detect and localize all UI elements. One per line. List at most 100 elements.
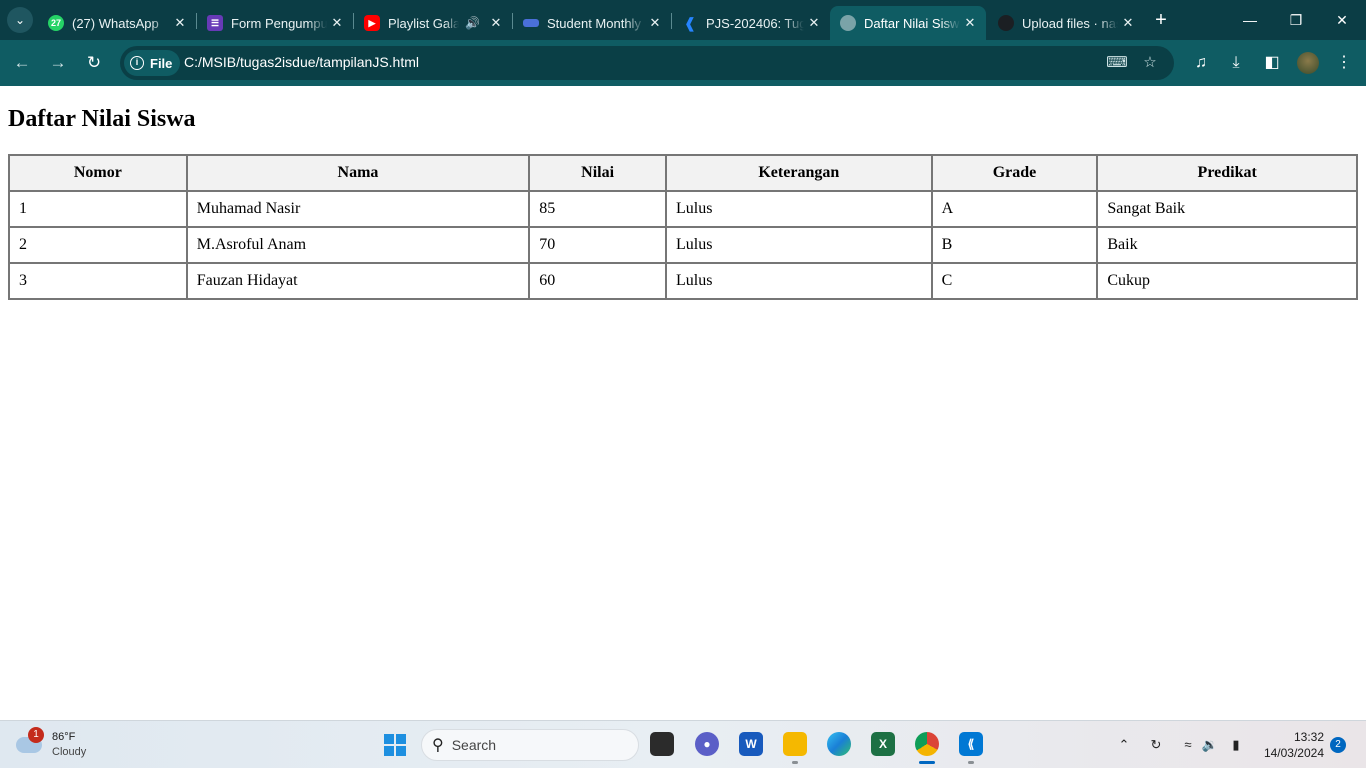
cell-grade: A <box>930 190 1099 228</box>
clock-time: 13:32 <box>1293 730 1324 744</box>
tab-title: Daftar Nilai Siswa <box>864 15 960 31</box>
vscode-icon[interactable]: ⟪ <box>959 732 983 756</box>
wifi-icon[interactable]: ≈ <box>1178 735 1198 755</box>
table-row: 1 Muhamad Nasir 85 Lulus A Sangat Baik <box>8 190 1358 228</box>
cell-keterangan: Lulus <box>664 190 933 228</box>
arrow-left-icon: ← <box>13 53 31 72</box>
edge-icon[interactable] <box>827 732 851 756</box>
tab-search-button[interactable]: ⌄ <box>7 7 33 33</box>
search-icon: ⚲ <box>432 737 444 754</box>
tab-upload-files[interactable]: Upload files · nas ✕ <box>988 6 1144 40</box>
arrow-right-icon: → <box>49 53 67 72</box>
cell-nama: Muhamad Nasir <box>185 190 531 228</box>
close-icon[interactable]: ✕ <box>170 15 190 31</box>
word-icon[interactable]: W <box>739 732 763 756</box>
info-icon: i <box>130 56 144 70</box>
reload-icon: ↻ <box>86 53 102 72</box>
browser-toolbar: ← → ↻ i File C:/MSIB/tugas2isdue/tampila… <box>0 40 1366 86</box>
close-icon[interactable]: ✕ <box>960 15 980 31</box>
notification-badge[interactable]: 2 <box>1330 737 1346 753</box>
sync-icon[interactable]: ↻ <box>1146 735 1166 755</box>
close-icon[interactable]: ✕ <box>804 15 824 31</box>
cloud-icon: 1 <box>16 727 44 753</box>
close-icon[interactable]: ✕ <box>486 15 506 31</box>
start-button[interactable] <box>384 734 406 756</box>
google-forms-icon: ☰ <box>207 15 223 31</box>
tab-form[interactable]: ☰ Form Pengumpulan ✕ <box>197 6 353 40</box>
translate-icon[interactable]: ⌨ <box>1106 52 1128 74</box>
windows-logo-icon <box>384 734 394 744</box>
whatsapp-icon: 27 <box>48 15 64 31</box>
tab-title: Student Monthly <box>547 15 641 31</box>
forward-button[interactable]: → <box>46 51 70 75</box>
jira-icon: ❰ <box>684 14 696 31</box>
chrome-icon[interactable] <box>915 732 939 756</box>
cell-nilai: 85 <box>528 190 667 228</box>
tab-title: Upload files · nas <box>1022 15 1118 31</box>
battery-icon[interactable]: ▮ <box>1226 735 1246 755</box>
media-control-icon[interactable]: ♫ <box>1189 51 1213 75</box>
tab-jira[interactable]: ❰ PJS-202406: Tugas ✕ <box>672 6 830 40</box>
new-tab-button[interactable]: + <box>1150 9 1172 31</box>
bookmark-star-icon[interactable]: ☆ <box>1139 52 1161 74</box>
header-keterangan: Keterangan <box>664 154 933 192</box>
running-indicator <box>919 761 935 764</box>
cell-nama: Fauzan Hidayat <box>185 262 531 300</box>
excel-icon[interactable]: X <box>871 732 895 756</box>
page-title: Daftar Nilai Siswa <box>8 106 196 132</box>
cell-keterangan: Lulus <box>664 226 933 264</box>
back-button[interactable]: ← <box>10 51 34 75</box>
header-predikat: Predikat <box>1096 154 1358 192</box>
reload-button[interactable]: ↻ <box>82 51 106 75</box>
chevron-up-icon[interactable]: ⌃ <box>1114 735 1134 755</box>
volume-icon[interactable]: 🔉 <box>1200 735 1220 755</box>
weather-widget[interactable]: 1 86°F Cloudy <box>16 727 86 763</box>
table-row: 3 Fauzan Hidayat 60 Lulus C Cukup <box>8 262 1358 300</box>
tab-whatsapp[interactable]: 27 (27) WhatsApp ✕ <box>38 6 196 40</box>
globe-icon <box>840 15 856 31</box>
table-header-row: Nomor Nama Nilai Keterangan Grade Predik… <box>8 154 1358 192</box>
speaker-icon[interactable]: 🔊 <box>465 16 480 30</box>
close-icon[interactable]: ✕ <box>645 15 665 31</box>
header-nama: Nama <box>185 154 531 192</box>
search-placeholder: Search <box>451 737 497 753</box>
windows-logo-icon <box>396 734 406 744</box>
download-icon[interactable]: ⤓ <box>1224 51 1248 75</box>
running-indicator <box>968 761 974 764</box>
close-icon[interactable]: ✕ <box>327 15 347 31</box>
header-nomor: Nomor <box>8 154 188 192</box>
task-view-icon[interactable] <box>650 732 674 756</box>
clock-date: 14/03/2024 <box>1263 746 1324 760</box>
cell-nomor: 2 <box>8 226 188 264</box>
grades-table: Nomor Nama Nilai Keterangan Grade Predik… <box>8 154 1358 300</box>
tab-daftar-nilai[interactable]: Daftar Nilai Siswa ✕ <box>830 6 986 40</box>
address-bar[interactable]: i File C:/MSIB/tugas2isdue/tampilanJS.ht… <box>120 46 1174 80</box>
profile-avatar[interactable] <box>1297 52 1319 74</box>
taskbar-search[interactable]: ⚲ Search <box>421 729 639 761</box>
cell-grade: B <box>930 226 1099 264</box>
file-explorer-icon[interactable] <box>783 732 807 756</box>
cell-grade: C <box>930 262 1099 300</box>
tab-student-monthly[interactable]: Student Monthly ✕ <box>513 6 671 40</box>
site-info-chip[interactable]: i File <box>124 50 181 76</box>
github-icon <box>998 15 1014 31</box>
taskbar-clock[interactable]: 13:32 14/03/2024 <box>1258 729 1324 761</box>
scheme-label: File <box>150 55 173 71</box>
minimize-button[interactable]: — <box>1238 8 1262 32</box>
weather-condition: Cloudy <box>52 746 87 758</box>
weather-badge: 1 <box>28 727 44 743</box>
restore-button[interactable]: ❐ <box>1284 8 1308 32</box>
close-window-button[interactable]: ✕ <box>1330 8 1354 32</box>
tab-playlist[interactable]: ▶ Playlist Galau 🔊 ✕ <box>354 6 512 40</box>
cell-keterangan: Lulus <box>664 262 933 300</box>
weather-temp: 86°F <box>52 731 76 743</box>
url-text[interactable]: C:/MSIB/tugas2isdue/tampilanJS.html <box>184 54 419 70</box>
cell-predikat: Sangat Baik <box>1096 190 1358 228</box>
close-icon[interactable]: ✕ <box>1118 15 1138 31</box>
header-nilai: Nilai <box>528 154 667 192</box>
teams-chat-icon[interactable]: ● <box>695 732 719 756</box>
tab-title: (27) WhatsApp <box>72 15 159 31</box>
table-row: 2 M.Asroful Anam 70 Lulus B Baik <box>8 226 1358 264</box>
side-panel-icon[interactable]: ◧ <box>1260 51 1284 75</box>
menu-kebab-icon[interactable]: ⋮ <box>1332 51 1356 75</box>
